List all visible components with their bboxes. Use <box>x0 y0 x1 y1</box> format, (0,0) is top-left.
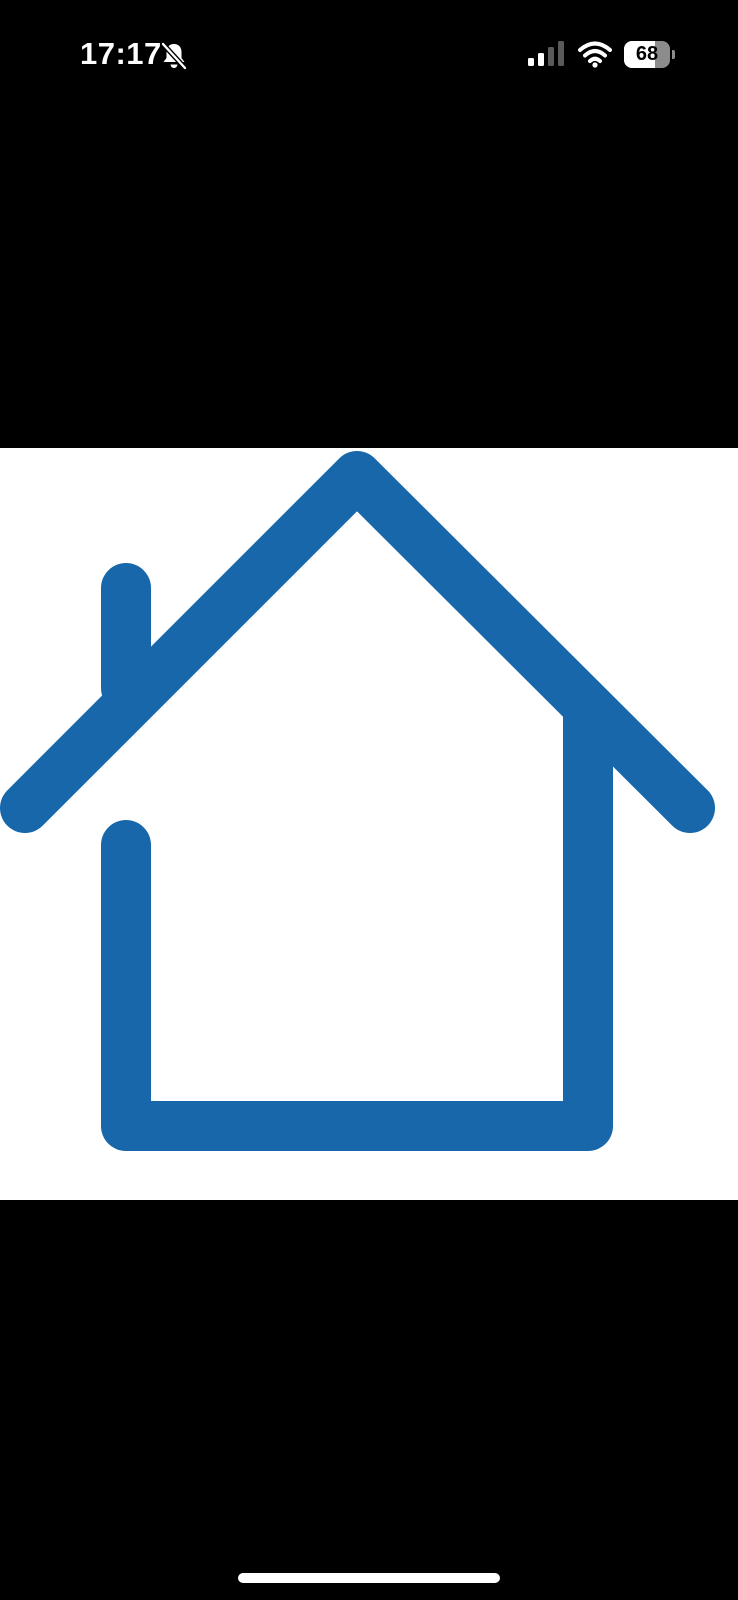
photo-viewer-screen: 17:17 68 <box>0 0 738 1600</box>
battery-body: 68 <box>624 41 670 68</box>
battery-level: 68 <box>635 43 659 65</box>
house-icon <box>0 451 715 1151</box>
home-indicator[interactable] <box>238 1573 500 1583</box>
battery-cap <box>672 50 675 59</box>
bell-slash-icon <box>160 41 188 71</box>
cellular-signal-icon <box>528 41 564 66</box>
status-bar: 17:17 68 <box>0 0 738 110</box>
image-frame[interactable] <box>0 448 738 1200</box>
battery-indicator: 68 <box>624 41 676 68</box>
wifi-icon <box>578 41 612 68</box>
status-time: 17:17 <box>80 36 162 71</box>
